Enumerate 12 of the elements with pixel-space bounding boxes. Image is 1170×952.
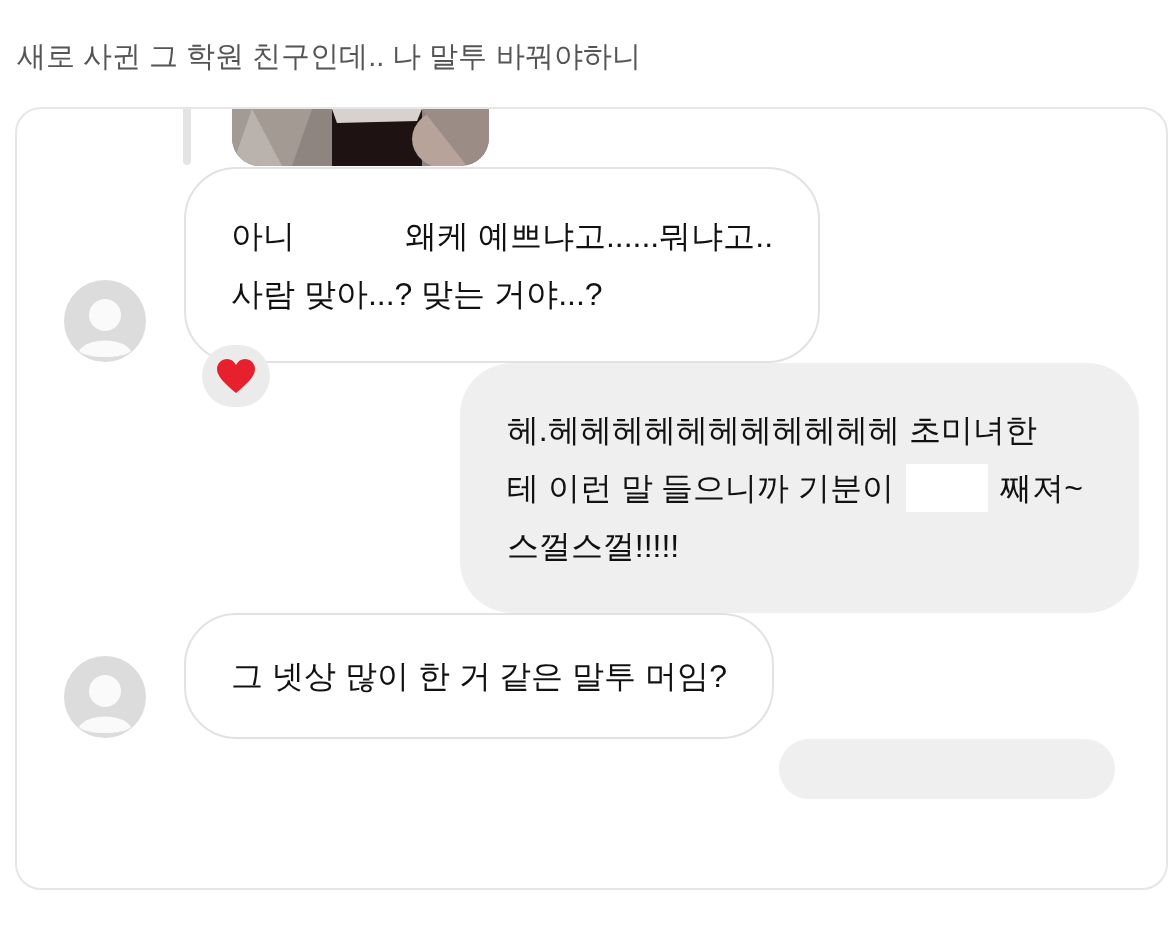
message-text: 테 이런 말 들으니까 기분이 <box>506 469 895 508</box>
message-text: 째져~ <box>1000 469 1083 508</box>
message-text: 왜케 예쁘냐고......뭐냐고.. <box>405 217 773 256</box>
message-text: 그 넷상 많이 한 거 같은 말투 머임? <box>231 657 728 696</box>
message-text: 아니 <box>231 217 295 256</box>
heart-icon <box>216 358 256 394</box>
message-text: 헤.헤헤헤헤헤헤헤헤헤헤헤 초미녀한 <box>506 411 1037 450</box>
avatar-icon <box>63 655 147 739</box>
message-text: 사람 맞아...? 맞는 거야...? <box>231 275 603 314</box>
avatar-icon <box>63 279 147 363</box>
message-text: 스껄스껄!!!!! <box>506 527 680 566</box>
post-title: 새로 사귄 그 학원 친구인데.. 나 말투 바꿔야하니 <box>17 39 641 74</box>
